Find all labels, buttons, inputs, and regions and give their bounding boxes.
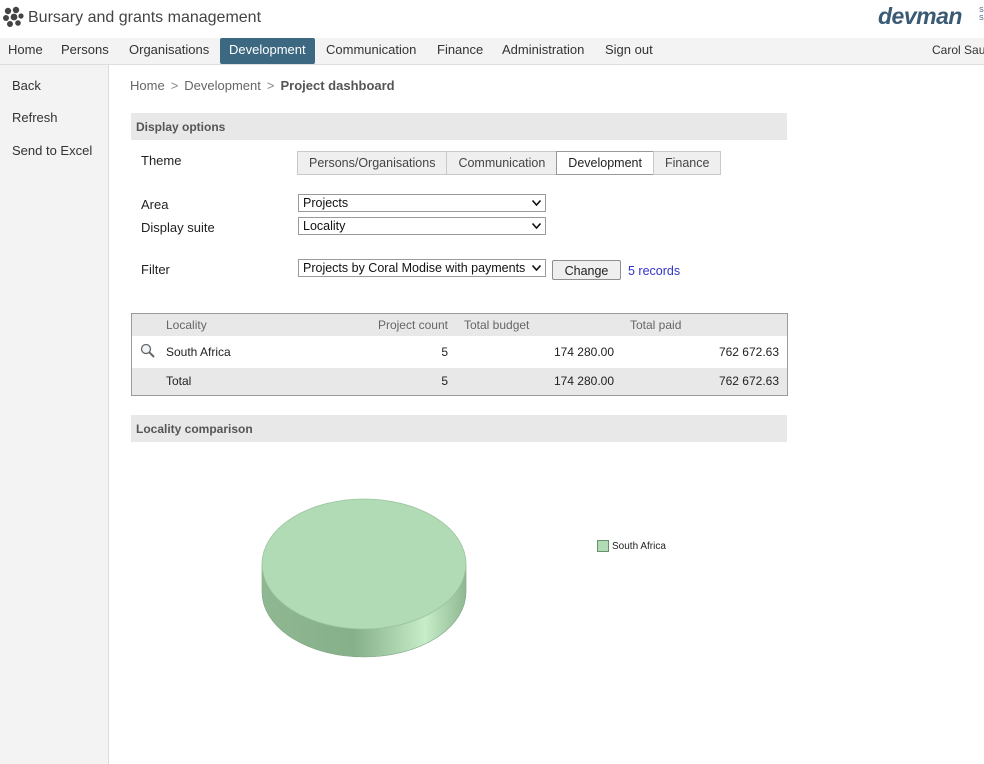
- chevron-down-icon: [532, 223, 541, 229]
- table-header-row: Locality Project count Total budget Tota…: [132, 314, 787, 336]
- pie-slice-south-africa[interactable]: [261, 498, 467, 630]
- locality-pie-chart: [261, 498, 467, 658]
- total-project-count: 5: [441, 374, 448, 388]
- nav-organisations[interactable]: Organisations: [129, 38, 209, 64]
- legend-swatch-south-africa: [597, 540, 609, 552]
- sidebar: Back Refresh Send to Excel: [0, 65, 109, 764]
- nav-home[interactable]: Home: [8, 38, 43, 64]
- table-total-row: Total 5 174 280.00 762 672.63: [132, 368, 787, 395]
- total-paid: 762 672.63: [718, 374, 779, 388]
- display-suite-select[interactable]: Locality: [298, 217, 546, 235]
- breadcrumb: Home > Development > Project dashboard: [130, 78, 395, 93]
- area-select[interactable]: Projects: [298, 194, 546, 212]
- display-suite-label: Display suite: [141, 220, 215, 235]
- locality-comparison-header: Locality comparison: [131, 415, 787, 442]
- tab-finance[interactable]: Finance: [652, 151, 722, 175]
- filter-select-value: Projects by Coral Modise with payments: [303, 261, 526, 275]
- cell-locality[interactable]: South Africa: [166, 345, 231, 359]
- sidebar-refresh[interactable]: Refresh: [12, 110, 58, 125]
- column-header-total-paid[interactable]: Total paid: [630, 318, 681, 332]
- breadcrumb-home[interactable]: Home: [130, 78, 165, 93]
- tab-persons-organisations[interactable]: Persons/Organisations: [297, 151, 448, 175]
- theme-tabs: Persons/Organisations Communication Deve…: [297, 151, 722, 175]
- display-options-header: Display options: [131, 113, 787, 140]
- display-suite-select-value: Locality: [303, 219, 346, 233]
- breadcrumb-separator: >: [266, 78, 275, 93]
- sidebar-back[interactable]: Back: [12, 78, 41, 93]
- brand-logo: devman: [878, 3, 962, 29]
- chevron-down-icon: [532, 200, 541, 206]
- user-name[interactable]: Carol Sau: [932, 38, 984, 62]
- total-label: Total: [166, 374, 192, 388]
- total-budget: 174 280.00: [553, 374, 614, 388]
- magnifier-icon[interactable]: [140, 343, 156, 359]
- change-filter-button[interactable]: Change: [552, 260, 621, 280]
- sidebar-send-to-excel[interactable]: Send to Excel: [12, 143, 92, 158]
- cell-project-count: 5: [441, 345, 448, 359]
- area-label: Area: [141, 197, 169, 212]
- column-header-total-budget[interactable]: Total budget: [464, 318, 529, 332]
- nav-finance[interactable]: Finance: [437, 38, 483, 64]
- breadcrumb-development[interactable]: Development: [184, 78, 261, 93]
- column-header-locality[interactable]: Locality: [166, 318, 207, 332]
- legend-label-south-africa: South Africa: [612, 541, 666, 552]
- nav-development[interactable]: Development: [220, 38, 315, 64]
- records-count-link[interactable]: 5 records: [628, 264, 680, 278]
- brand-suffix: S S: [979, 7, 984, 22]
- breadcrumb-current: Project dashboard: [280, 78, 395, 93]
- app-header: Bursary and grants management devman S S: [0, 0, 984, 38]
- tab-development[interactable]: Development: [556, 151, 654, 175]
- app-logo-icon: [3, 6, 24, 27]
- column-header-project-count[interactable]: Project count: [378, 318, 448, 332]
- app-title: Bursary and grants management: [28, 9, 262, 26]
- filter-label: Filter: [141, 262, 170, 277]
- chevron-down-icon: [532, 265, 541, 271]
- locality-table: Locality Project count Total budget Tota…: [131, 313, 788, 396]
- nav-sign-out[interactable]: Sign out: [605, 38, 653, 64]
- cell-total-paid: 762 672.63: [718, 345, 779, 359]
- nav-administration[interactable]: Administration: [502, 38, 584, 64]
- cell-total-budget: 174 280.00: [553, 345, 614, 359]
- main-navigation: Home Persons Organisations Development C…: [0, 38, 984, 65]
- table-row: South Africa 5 174 280.00 762 672.63: [132, 336, 787, 368]
- breadcrumb-separator: >: [170, 78, 179, 93]
- theme-label: Theme: [141, 153, 182, 168]
- nav-communication[interactable]: Communication: [326, 38, 416, 64]
- nav-persons[interactable]: Persons: [61, 38, 109, 64]
- area-select-value: Projects: [303, 196, 349, 210]
- filter-select[interactable]: Projects by Coral Modise with payments: [298, 259, 546, 277]
- tab-communication[interactable]: Communication: [446, 151, 558, 175]
